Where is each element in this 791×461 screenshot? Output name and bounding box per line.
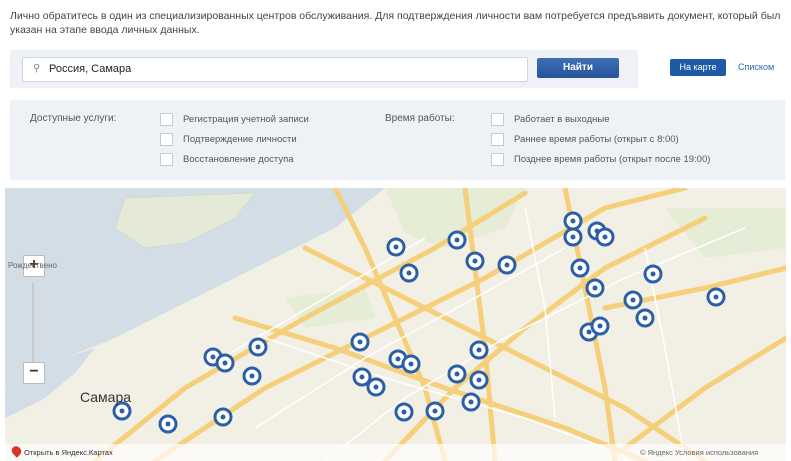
map-marker xyxy=(386,237,406,257)
checkbox-label: Подтверждение личности xyxy=(183,134,297,145)
checkbox[interactable] xyxy=(491,113,504,126)
search-input[interactable] xyxy=(49,61,519,77)
map-canvas[interactable] xyxy=(5,188,786,461)
checkbox[interactable] xyxy=(491,133,504,146)
search-bar: ⚲ Найти xyxy=(10,50,638,88)
filter-hours-late[interactable]: Позднее время работы (открыт после 19:00… xyxy=(491,153,710,166)
map-marker xyxy=(595,227,615,247)
map-marker xyxy=(399,263,419,283)
map-marker xyxy=(425,401,445,421)
intro-text: Лично обратитесь в один из специализиров… xyxy=(10,10,781,36)
checkbox[interactable] xyxy=(491,153,504,166)
map-marker xyxy=(497,255,517,275)
map-view[interactable] xyxy=(5,188,786,461)
search-box[interactable]: ⚲ xyxy=(22,57,528,82)
find-button[interactable]: Найти xyxy=(537,58,619,78)
map-marker xyxy=(248,337,268,357)
map-marker xyxy=(563,227,583,247)
city-label: Самара xyxy=(80,389,132,405)
services-label: Доступные услуги: xyxy=(30,113,117,124)
map-marker xyxy=(213,407,233,427)
open-in-yandex-link[interactable]: Открыть в Яндекс.Картах xyxy=(24,448,113,457)
filter-service-registration[interactable]: Регистрация учетной записи xyxy=(160,113,309,126)
map-marker xyxy=(158,414,178,434)
map-marker xyxy=(469,340,489,360)
zoom-slider[interactable] xyxy=(32,283,34,367)
checkbox-label: Позднее время работы (открыт после 19:00… xyxy=(514,154,711,165)
filters-panel: Доступные услуги: Регистрация учетной за… xyxy=(10,100,785,180)
checkbox[interactable] xyxy=(160,133,173,146)
map-marker xyxy=(112,401,132,421)
view-list-link[interactable]: Списком xyxy=(738,59,774,76)
map-marker xyxy=(706,287,726,307)
view-map-button[interactable]: На карте xyxy=(670,59,726,76)
checkbox-label: Регистрация учетной записи xyxy=(183,114,309,125)
checkbox-label: Работает в выходные xyxy=(514,114,610,125)
map-marker xyxy=(461,392,481,412)
search-icon: ⚲ xyxy=(33,63,41,74)
map-marker xyxy=(350,332,370,352)
map-marker xyxy=(465,251,485,271)
map-marker xyxy=(643,264,663,284)
map-copyright[interactable]: © Яндекс Условия использования xyxy=(640,448,758,457)
map-marker xyxy=(215,353,235,373)
map-marker xyxy=(635,308,655,328)
checkbox[interactable] xyxy=(160,153,173,166)
filter-service-recovery[interactable]: Восстановление доступа xyxy=(160,153,294,166)
map-marker xyxy=(585,278,605,298)
hours-label: Время работы: xyxy=(385,113,455,124)
map-marker xyxy=(242,366,262,386)
zoom-out-button[interactable]: − xyxy=(23,362,45,384)
checkbox-label: Восстановление доступа xyxy=(183,154,294,165)
map-marker xyxy=(447,230,467,250)
map-marker xyxy=(623,290,643,310)
map-marker xyxy=(401,354,421,374)
checkbox-label: Раннее время работы (открыт с 8:00) xyxy=(514,134,679,145)
map-marker xyxy=(563,211,583,231)
map-marker xyxy=(590,316,610,336)
map-marker xyxy=(570,258,590,278)
map-marker xyxy=(469,370,489,390)
filter-hours-weekends[interactable]: Работает в выходные xyxy=(491,113,610,126)
checkbox[interactable] xyxy=(160,113,173,126)
map-marker xyxy=(394,402,414,422)
map-marker xyxy=(447,364,467,384)
place-label: Рождествено xyxy=(8,261,57,270)
map-marker xyxy=(366,377,386,397)
filter-service-identity[interactable]: Подтверждение личности xyxy=(160,133,297,146)
filter-hours-early[interactable]: Раннее время работы (открыт с 8:00) xyxy=(491,133,679,146)
